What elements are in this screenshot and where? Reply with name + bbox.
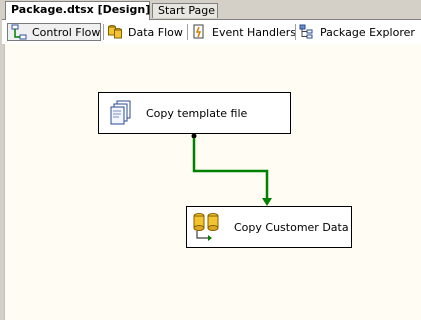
package-explorer-icon — [299, 24, 315, 40]
tab-package-explorer[interactable]: Package Explorer — [299, 23, 415, 41]
tab-control-flow-label: Control Flow — [32, 25, 101, 39]
task-label: Copy template file — [146, 106, 248, 120]
designer-tab-bar: Control Flow Data Flow Event Handlers Pa… — [2, 19, 421, 44]
task-copy-template-file[interactable]: Copy template file — [98, 92, 291, 134]
tab-data-flow-label: Data Flow — [128, 25, 183, 39]
data-flow-icon — [107, 24, 123, 40]
event-handlers-icon — [191, 24, 207, 40]
tab-package-design[interactable]: Package.dtsx [Design] — [5, 1, 150, 20]
tab-data-flow[interactable]: Data Flow — [107, 23, 183, 41]
data-flow-task-icon — [192, 212, 220, 242]
tab-package-explorer-label: Package Explorer — [320, 25, 415, 39]
tab-start-page[interactable]: Start Page — [152, 3, 218, 18]
tab-separator — [187, 24, 188, 40]
precedence-constraint-arrow[interactable] — [5, 44, 421, 320]
control-flow-icon — [11, 24, 27, 40]
tab-separator — [103, 24, 104, 40]
file-system-task-icon — [109, 100, 133, 126]
task-label: Copy Customer Data — [234, 220, 349, 234]
document-tab-strip: Package.dtsx [Design] Start Page — [0, 0, 421, 20]
tab-control-flow[interactable]: Control Flow — [7, 23, 101, 41]
tab-event-handlers[interactable]: Event Handlers — [191, 23, 296, 41]
tab-separator — [295, 24, 296, 40]
task-copy-customer-data[interactable]: Copy Customer Data — [186, 206, 352, 248]
tab-event-handlers-label: Event Handlers — [212, 25, 297, 39]
control-flow-design-surface[interactable]: Copy template file Copy Customer Data — [4, 44, 421, 320]
